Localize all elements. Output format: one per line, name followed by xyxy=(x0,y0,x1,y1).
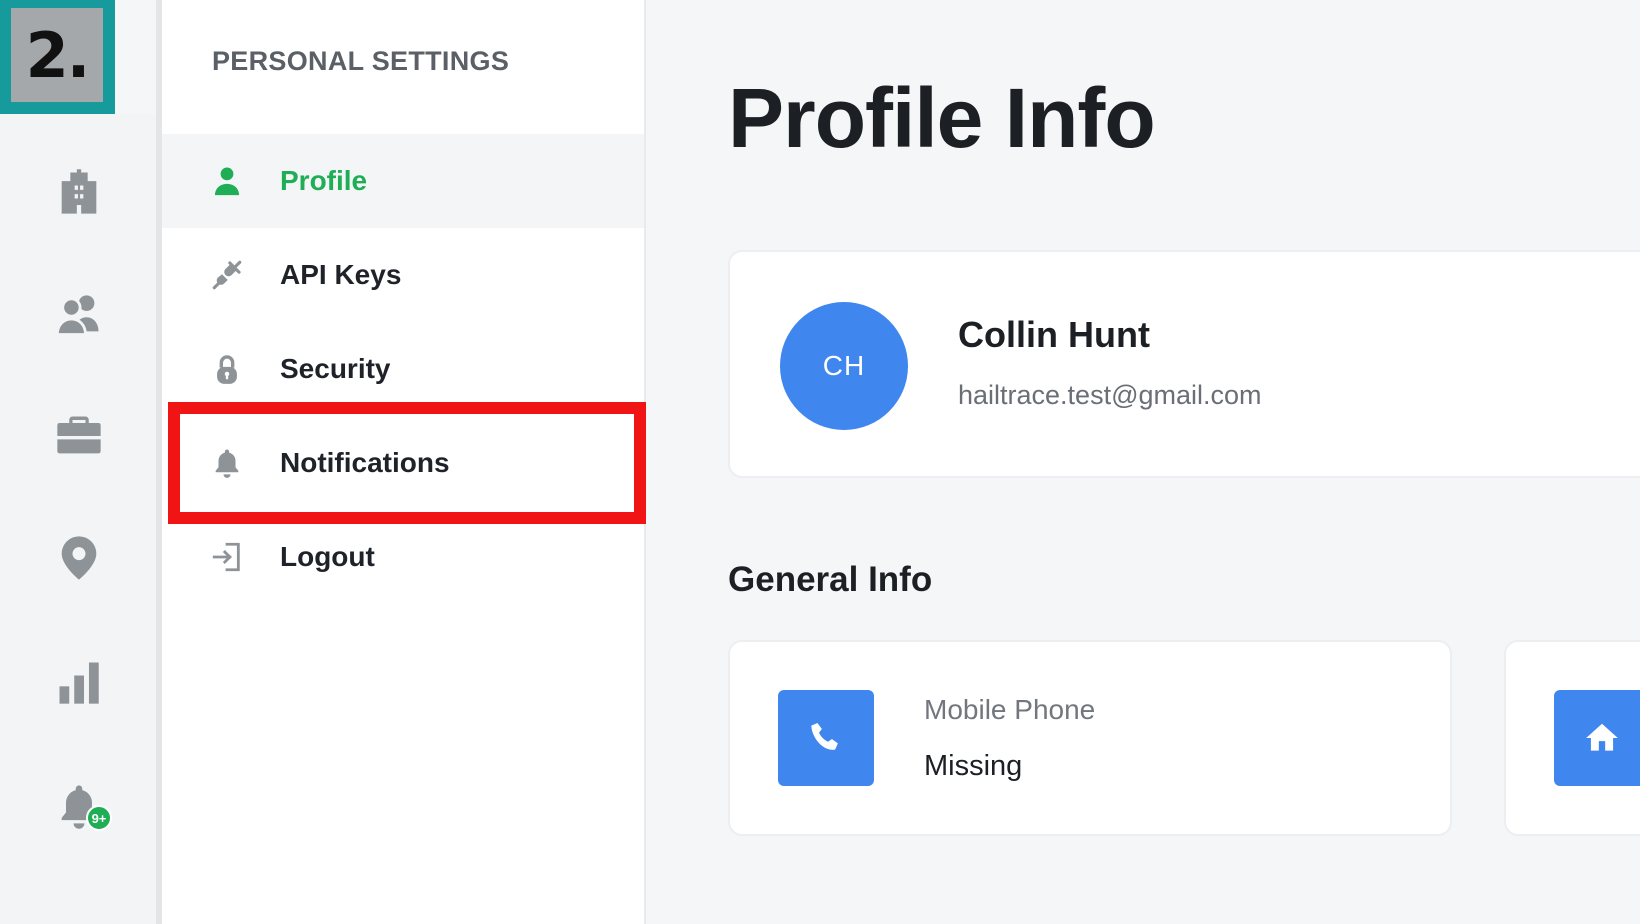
bar-chart-icon[interactable] xyxy=(47,650,111,714)
users-icon[interactable] xyxy=(47,282,111,346)
menu-label-security: Security xyxy=(280,353,391,384)
bell-icon xyxy=(207,443,247,483)
profile-name: Collin Hunt xyxy=(958,314,1150,355)
menu-label-notifications: Notifications xyxy=(280,447,450,478)
briefcase-icon[interactable] xyxy=(47,404,111,468)
building-icon[interactable] xyxy=(47,160,111,224)
info-value-mobile-phone: Missing xyxy=(924,750,1023,782)
info-card-address[interactable] xyxy=(1504,640,1640,836)
menu-item-logout[interactable]: Logout xyxy=(162,510,644,604)
menu-item-api-keys[interactable]: API Keys xyxy=(162,228,644,322)
menu-item-profile[interactable]: Profile xyxy=(162,134,644,228)
settings-heading: PERSONAL SETTINGS xyxy=(212,46,510,76)
plug-icon xyxy=(207,255,247,295)
home-icon xyxy=(1554,690,1640,786)
general-info-title: General Info xyxy=(728,560,933,599)
profile-card: CH Collin Hunt hailtrace.test@gmail.com xyxy=(728,250,1640,478)
user-icon xyxy=(207,161,247,201)
avatar-initials: CH xyxy=(822,350,866,381)
notification-count-badge: 9+ xyxy=(86,805,112,831)
page-title: Profile Info xyxy=(728,71,1156,165)
menu-label-logout: Logout xyxy=(280,541,375,572)
menu-item-notifications[interactable]: Notifications xyxy=(162,416,644,510)
avatar[interactable]: CH xyxy=(780,302,908,430)
personal-settings-panel: PERSONAL SETTINGS Profile API Keys Secur… xyxy=(162,0,646,924)
menu-label-api-keys: API Keys xyxy=(280,259,402,290)
logout-icon xyxy=(207,537,247,577)
map-pin-icon[interactable] xyxy=(47,526,111,590)
step-badge: 2. xyxy=(0,0,115,114)
menu-item-security[interactable]: Security xyxy=(162,322,644,416)
info-label-mobile-phone: Mobile Phone xyxy=(924,694,1096,725)
info-card-mobile-phone[interactable]: Mobile Phone Missing xyxy=(728,640,1452,836)
phone-icon xyxy=(778,690,874,786)
lock-icon xyxy=(207,349,247,389)
menu-label-profile: Profile xyxy=(280,165,368,196)
profile-email: hailtrace.test@gmail.com xyxy=(958,380,1262,410)
step-badge-inner: 2. xyxy=(11,8,103,102)
step-number: 2. xyxy=(25,18,91,92)
